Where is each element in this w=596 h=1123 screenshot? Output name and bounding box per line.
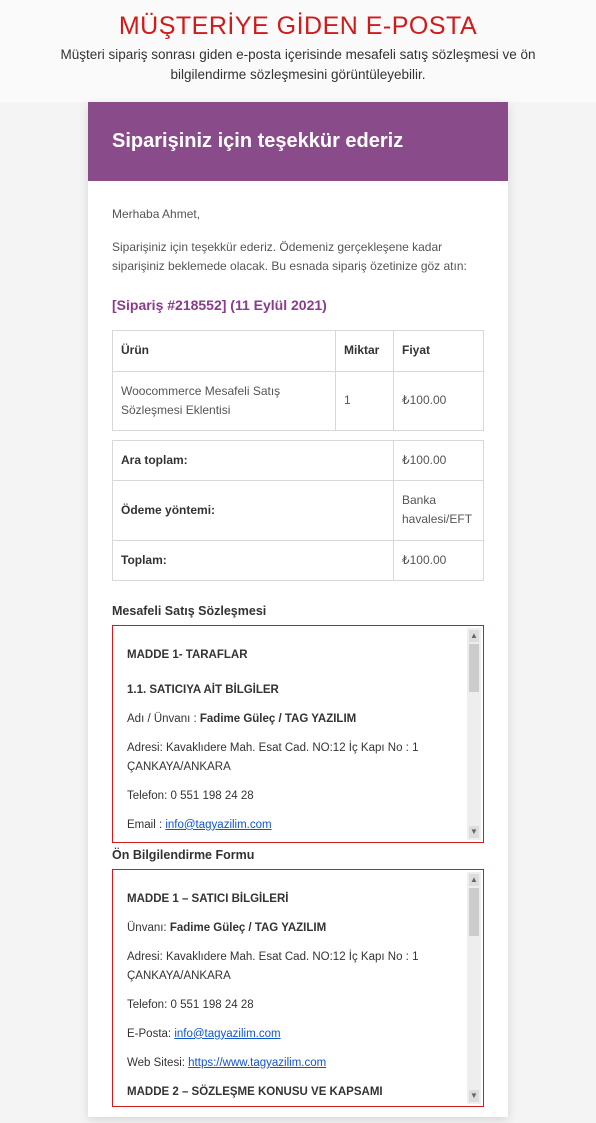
- contract2-h2: MADDE 2 – SÖZLEŞME KONUSU VE KAPSAMI: [127, 1083, 455, 1102]
- total-label: Toplam:: [113, 540, 394, 580]
- item-name: Woocommerce Mesafeli Satış Sözleşmesi Ek…: [113, 371, 336, 430]
- email-intro-text: Siparişiniz için teşekkür ederiz. Ödemen…: [112, 238, 484, 276]
- contract2-box[interactable]: ▲ ▼ MADDE 1 – SATICI BİLGİLERİ Ünvanı: F…: [112, 869, 484, 1107]
- contract2-address: Adresi: Kavaklıdere Mah. Esat Cad. NO:12…: [127, 948, 455, 986]
- subtotal-label: Ara toplam:: [113, 441, 394, 481]
- payment-label: Ödeme yöntemi:: [113, 481, 394, 540]
- contract2-h1: MADDE 1 – SATICI BİLGİLERİ: [127, 890, 455, 909]
- scrollbar[interactable]: ▲ ▼: [467, 628, 481, 840]
- scroll-thumb[interactable]: [469, 644, 479, 692]
- email-card: Siparişiniz için teşekkür ederiz Merhaba…: [88, 102, 508, 1117]
- total-value: ₺100.00: [394, 540, 484, 580]
- contract2-content: MADDE 1 – SATICI BİLGİLERİ Ünvanı: Fadim…: [127, 890, 469, 1107]
- item-price: ₺100.00: [394, 371, 484, 430]
- label: Web Sitesi:: [127, 1057, 188, 1069]
- table-row: Woocommerce Mesafeli Satış Sözleşmesi Ek…: [113, 371, 484, 430]
- contract2-name-line: Ünvanı: Fadime Güleç / TAG YAZILIM: [127, 919, 455, 938]
- scroll-down-icon[interactable]: ▼: [469, 826, 479, 838]
- email-preview-wrap: Siparişiniz için teşekkür ederiz Merhaba…: [0, 102, 596, 1123]
- subtotal-row: Ara toplam: ₺100.00: [113, 441, 484, 481]
- contract2-web: Web Sitesi: https://www.tagyazilim.com: [127, 1054, 455, 1073]
- col-product: Ürün: [113, 331, 336, 371]
- scrollbar[interactable]: ▲ ▼: [467, 872, 481, 1104]
- label: Ünvanı:: [127, 922, 170, 934]
- email-link[interactable]: info@tagyazilim.com: [174, 1028, 280, 1040]
- payment-row: Ödeme yöntemi: Banka havalesi/EFT: [113, 481, 484, 540]
- contract1-name-line: Adı / Ünvanı : Fadime Güleç / TAG YAZILI…: [127, 710, 455, 729]
- contract1-title: Mesafeli Satış Sözleşmesi: [112, 601, 484, 621]
- scroll-thumb[interactable]: [469, 888, 479, 936]
- label: Adı / Ünvanı :: [127, 713, 200, 725]
- scroll-up-icon[interactable]: ▲: [469, 630, 479, 642]
- contract1-email: Email : info@tagyazilim.com: [127, 816, 455, 835]
- email-link[interactable]: info@tagyazilim.com: [165, 819, 271, 831]
- scroll-down-icon[interactable]: ▼: [469, 1090, 479, 1102]
- email-header: Siparişiniz için teşekkür ederiz: [88, 102, 508, 181]
- contract2-email: E-Posta: info@tagyazilim.com: [127, 1025, 455, 1044]
- contract1-address: Adresi: Kavaklıdere Mah. Esat Cad. NO:12…: [127, 739, 455, 777]
- contract1-h2: 1.1. SATICIYA AİT BİLGİLER: [127, 681, 455, 700]
- page-title: MÜŞTERİYE GİDEN E-POSTA: [0, 0, 596, 45]
- label: Email :: [127, 819, 165, 831]
- contract2-title: Ön Bilgilendirme Formu: [112, 845, 484, 865]
- contract1-content: MADDE 1- TARAFLAR 1.1. SATICIYA AİT BİLG…: [127, 646, 469, 843]
- email-body: Merhaba Ahmet, Siparişiniz için teşekkür…: [88, 181, 508, 1117]
- total-row: Toplam: ₺100.00: [113, 540, 484, 580]
- col-qty: Miktar: [336, 331, 394, 371]
- scroll-up-icon[interactable]: ▲: [469, 874, 479, 886]
- order-summary-table: Ürün Miktar Fiyat Woocommerce Mesafeli S…: [112, 330, 484, 580]
- value-bold: Fadime Güleç / TAG YAZILIM: [200, 713, 356, 725]
- value-bold: Fadime Güleç / TAG YAZILIM: [170, 922, 326, 934]
- col-price: Fiyat: [394, 331, 484, 371]
- subtotal-value: ₺100.00: [394, 441, 484, 481]
- table-gap: [113, 431, 484, 441]
- item-qty: 1: [336, 371, 394, 430]
- contract1-h1: MADDE 1- TARAFLAR: [127, 646, 455, 665]
- email-greeting: Merhaba Ahmet,: [112, 205, 484, 224]
- contract1-phone: Telefon: 0 551 198 24 28: [127, 787, 455, 806]
- order-heading: [Sipariş #218552] (11 Eylül 2021): [112, 294, 484, 316]
- contract2-phone: Telefon: 0 551 198 24 28: [127, 996, 455, 1015]
- payment-value: Banka havalesi/EFT: [394, 481, 484, 540]
- page-subtitle: Müşteri sipariş sonrası giden e-posta iç…: [0, 45, 596, 102]
- website-link[interactable]: https://www.tagyazilim.com: [188, 1057, 326, 1069]
- label: E-Posta:: [127, 1028, 174, 1040]
- table-header-row: Ürün Miktar Fiyat: [113, 331, 484, 371]
- contract1-box[interactable]: ▲ ▼ MADDE 1- TARAFLAR 1.1. SATICIYA AİT …: [112, 625, 484, 843]
